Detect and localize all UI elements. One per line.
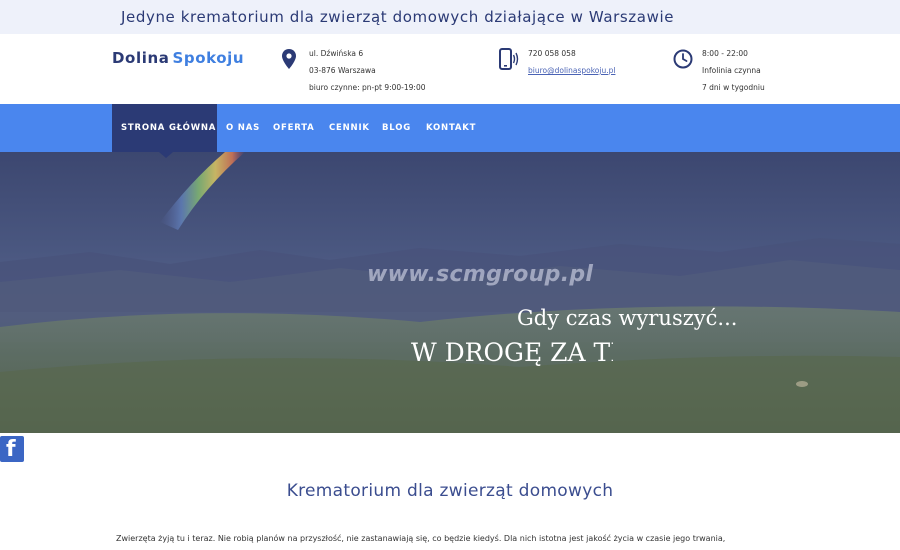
section-title: Krematorium dla zwierząt domowych (286, 481, 614, 501)
intro-paragraph: Zwierzęta żyją tu i teraz. Nie robią pla… (116, 534, 726, 543)
nav-item-kontakt[interactable]: KONTAKT (426, 104, 476, 152)
hero-landscape-image (0, 152, 900, 433)
phone-number[interactable]: 720 058 058 (528, 45, 615, 62)
nav-item-o-nas[interactable]: O NAS (226, 104, 260, 152)
email-link[interactable]: biuro@dolinaspokoju.pl (528, 62, 615, 79)
hours-block: 8:00 - 22:00 Infolinia czynna 7 dni w ty… (702, 45, 765, 96)
active-nav-pointer (159, 152, 173, 158)
hours-time: 8:00 - 22:00 (702, 49, 748, 58)
office-hours: biuro czynne: pn-pt 9:00-19:00 (309, 83, 426, 92)
phone-block: 720 058 058 biuro@dolinaspokoju.pl (528, 45, 615, 79)
phone-icon (499, 48, 519, 70)
address-block: ul. Dźwińska 6 03-876 Warszawa biuro czy… (309, 45, 426, 96)
logo-part-spokoju: Spokoju (172, 49, 245, 67)
hotline-label: Infolinia czynna (702, 66, 761, 75)
header: Dolina Spokoju ul. Dźwińska 6 03-876 Wars… (0, 34, 900, 104)
hero-title-container: W DROGĘ ZA TĘCZĘ (411, 338, 613, 378)
hero-title: W DROGĘ ZA TĘCZĘ (411, 338, 613, 367)
nav-item-blog[interactable]: BLOG (382, 104, 411, 152)
main-nav: STRONA GŁÓWNA O NAS OFERTA CENNIK BLOG K… (0, 104, 900, 152)
nav-item-oferta[interactable]: OFERTA (273, 104, 315, 152)
address-city: 03-876 Warszawa (309, 66, 376, 75)
page: Jedyne krematorium dla zwierząt domowych… (0, 0, 900, 550)
watermark-text: www.scmgroup.pl (367, 262, 594, 287)
clock-icon (673, 49, 693, 69)
logo[interactable]: Dolina Spokoju (112, 49, 244, 67)
hotline-days: 7 dni w tygodniu (702, 83, 765, 92)
logo-part-dolina: Dolina (112, 49, 170, 67)
hero-banner: www.scmgroup.pl Gdy czas wyruszyć... W D… (0, 152, 900, 433)
address-street: ul. Dźwińska 6 (309, 49, 364, 58)
facebook-button[interactable]: f (0, 436, 24, 462)
map-pin-icon (282, 49, 296, 69)
facebook-icon: f (6, 437, 16, 462)
top-banner-text: Jedyne krematorium dla zwierząt domowych… (121, 8, 675, 26)
nav-item-strona-glowna[interactable]: STRONA GŁÓWNA (112, 104, 217, 152)
hero-subtitle: Gdy czas wyruszyć... (517, 306, 738, 330)
top-banner: Jedyne krematorium dla zwierząt domowych… (0, 0, 900, 34)
nav-item-cennik[interactable]: CENNIK (329, 104, 370, 152)
